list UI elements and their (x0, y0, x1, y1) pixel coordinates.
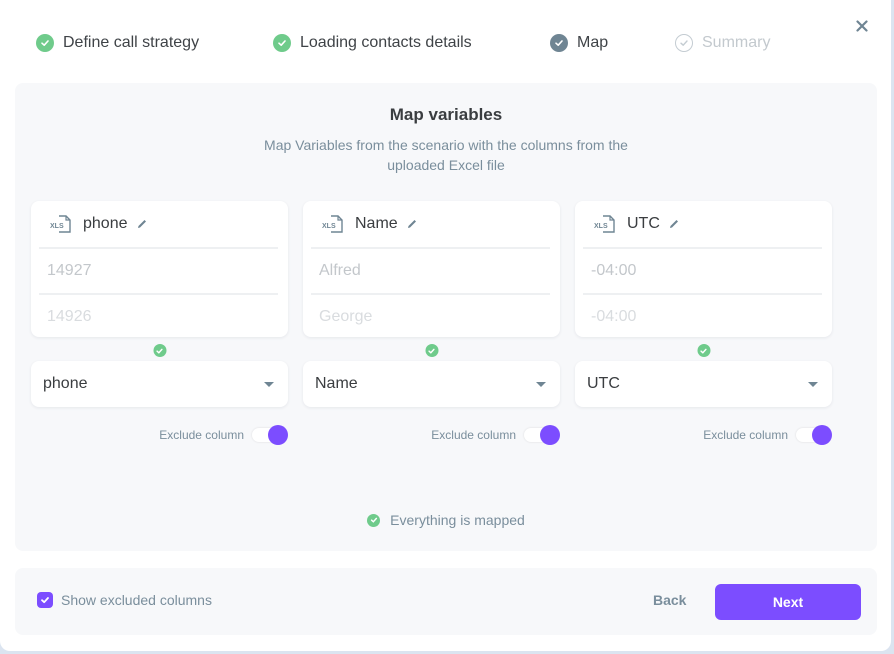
back-button[interactable]: Back (653, 592, 686, 608)
svg-text:XLS: XLS (594, 223, 608, 230)
excel-column-card: XLS phone 14927 14926 (31, 201, 288, 337)
column-value: George (319, 308, 373, 325)
step-summary: Summary (675, 34, 770, 52)
column-value: 14927 (47, 262, 92, 279)
panel-title: Map variables (389, 105, 503, 124)
step-label: Summary (702, 34, 771, 51)
exclude-column-toggle[interactable] (252, 425, 288, 445)
column-value: Alfred (319, 262, 361, 279)
close-button[interactable] (853, 17, 871, 35)
close-icon (856, 20, 868, 32)
column-mapping-phone: XLS phone 14927 14926 phone Exclude colu… (31, 201, 288, 445)
exclude-column-label: Exclude column (159, 428, 244, 442)
step-define-call-strategy: Define call strategy (36, 34, 199, 52)
panel-subtitle: Map Variables from the scenario with the… (264, 137, 628, 173)
selected-variable: UTC (587, 375, 620, 392)
selected-variable: phone (43, 375, 88, 392)
footer: Show excluded columns Back Next (15, 568, 877, 635)
check-circle-icon (36, 34, 54, 52)
chevron-down-icon (536, 381, 546, 387)
excel-column-card: XLS UTC -04:00 -04:00 (575, 201, 832, 337)
xls-file-icon: XLS (322, 215, 343, 233)
exclude-column-control: Exclude column (703, 425, 832, 445)
step-label: Define call strategy (63, 34, 200, 51)
exclude-column-label: Exclude column (703, 428, 788, 442)
exclude-column-control: Exclude column (431, 425, 560, 445)
exclude-column-label: Exclude column (431, 428, 516, 442)
map-variables-dialog: Define call strategy Loading contacts de… (0, 0, 891, 651)
exclude-column-control: Exclude column (159, 425, 288, 445)
exclude-column-toggle[interactable] (524, 425, 560, 445)
svg-text:XLS: XLS (50, 223, 64, 230)
pencil-icon[interactable] (668, 218, 680, 230)
show-excluded-columns-checkbox[interactable]: Show excluded columns (37, 592, 212, 608)
chevron-down-icon (808, 381, 818, 387)
next-button[interactable]: Next (715, 584, 861, 620)
check-circle-outline-icon (675, 34, 693, 52)
checkbox-checked-icon (37, 592, 53, 608)
check-circle-icon (273, 34, 291, 52)
excel-column-card: XLS Name Alfred George (303, 201, 560, 337)
mapped-check-icon (153, 344, 166, 357)
variable-select[interactable]: UTC (575, 361, 832, 407)
exclude-column-toggle[interactable] (796, 425, 832, 445)
step-label: Map (577, 34, 609, 51)
column-mapping-name: XLS Name Alfred George Name Exclude colu… (303, 201, 560, 445)
check-circle-icon (550, 34, 568, 52)
selected-variable: Name (315, 375, 358, 392)
column-value: -04:00 (591, 308, 637, 325)
mapping-status: Everything is mapped (15, 512, 877, 528)
column-name: Name (355, 215, 398, 232)
mapped-check-icon (425, 344, 438, 357)
mapping-status-text: Everything is mapped (390, 512, 525, 528)
step-label: Loading contacts details (300, 34, 472, 51)
check-circle-icon (367, 513, 381, 527)
column-name: UTC (627, 215, 660, 232)
svg-text:XLS: XLS (322, 223, 336, 230)
mapped-check-icon (697, 344, 710, 357)
xls-file-icon: XLS (50, 215, 71, 233)
variable-select[interactable]: phone (31, 361, 288, 407)
pencil-icon[interactable] (406, 218, 418, 230)
column-name: phone (83, 215, 128, 232)
variable-select[interactable]: Name (303, 361, 560, 407)
xls-file-icon: XLS (594, 215, 615, 233)
show-excluded-columns-label: Show excluded columns (61, 592, 212, 608)
column-mapping-utc: XLS UTC -04:00 -04:00 UTC Exclude column (575, 201, 832, 445)
column-value: -04:00 (591, 262, 637, 279)
pencil-icon[interactable] (136, 218, 148, 230)
column-value: 14926 (47, 308, 92, 325)
chevron-down-icon (264, 381, 274, 387)
step-loading-contacts-details: Loading contacts details (273, 34, 472, 52)
map-variables-panel: Map variables Map Variables from the sce… (15, 83, 877, 551)
step-map: Map (550, 34, 608, 52)
